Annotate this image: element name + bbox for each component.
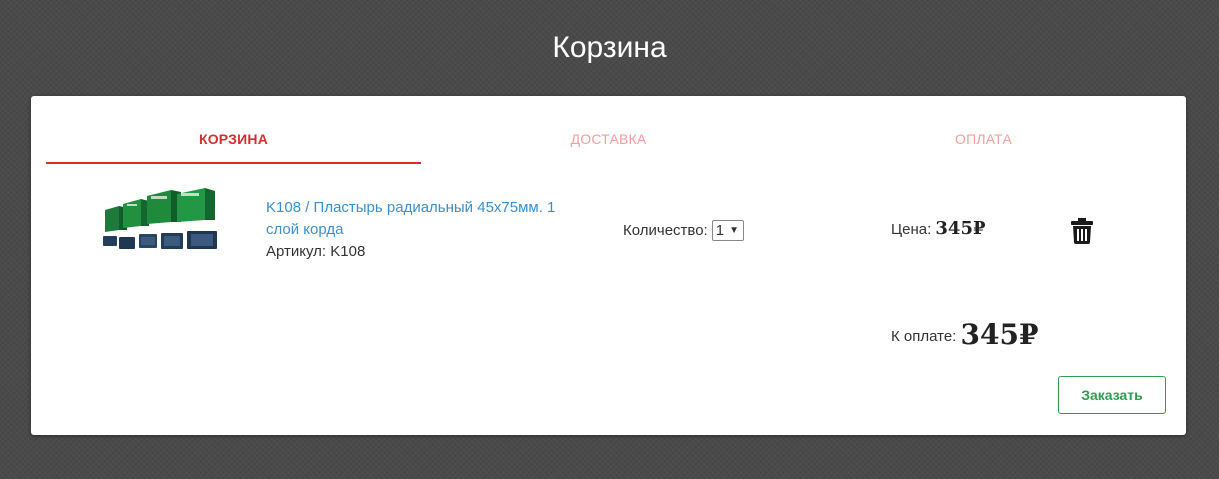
total-value: 345₽ [960,318,1039,351]
dropdown-arrow-icon: ▼ [729,225,739,236]
page-title: Корзина [552,31,667,64]
cart-item-info: K108 / Пластырь радиальный 45x75мм. 1 сл… [266,197,586,263]
product-image[interactable] [101,188,225,256]
quantity-control: Количество: 1 ▼ [623,220,744,241]
sku-label: Артикул: [266,243,327,260]
sku-value: K108 [330,243,366,260]
product-title-link[interactable]: K108 / Пластырь радиальный 45x75мм. 1 сл… [266,197,586,241]
order-total: К оплате: 345₽ [891,318,1038,351]
checkout-steps: Корзина Доставка Оплата [46,96,1171,164]
cart-panel: Корзина Доставка Оплата [31,96,1186,435]
order-button[interactable]: Заказать [1058,376,1166,414]
product-sku: Артикул: K108 [266,241,586,263]
quantity-value: 1 [715,222,725,239]
price-value: 345₽ [935,218,986,239]
step-payment[interactable]: Оплата [796,96,1171,162]
total-label: К оплате: [891,328,957,345]
trash-icon[interactable] [1071,218,1093,244]
step-cart[interactable]: Корзина [46,96,421,164]
item-price: Цена: 345₽ [891,218,986,239]
quantity-label: Количество: [623,222,708,239]
price-label: Цена: [891,221,932,238]
quantity-select[interactable]: 1 ▼ [711,220,744,241]
step-delivery[interactable]: Доставка [421,96,796,162]
